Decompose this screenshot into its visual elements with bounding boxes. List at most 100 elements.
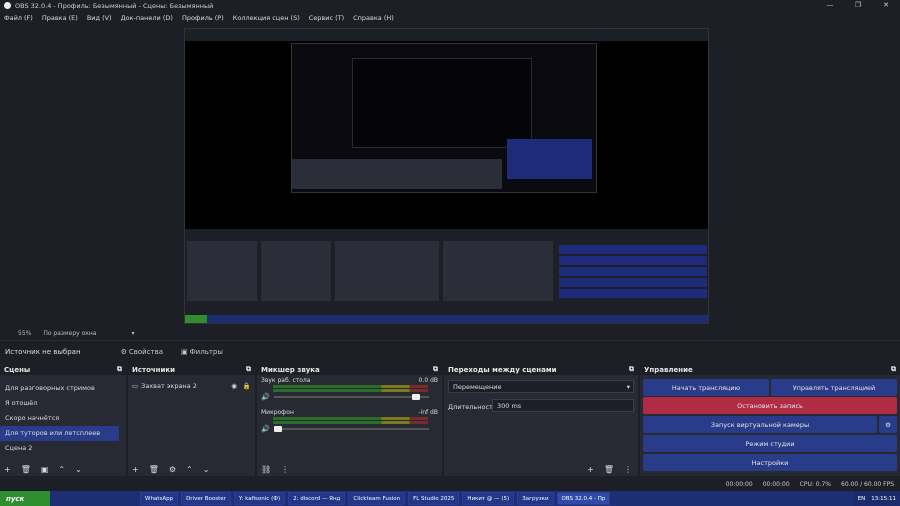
chevron-up-icon[interactable]: ⌃ (58, 465, 65, 474)
start-label: пуск (6, 494, 25, 503)
manage-stream-button[interactable]: Управлять трансляцией (771, 379, 897, 396)
zoom-value[interactable]: 55% (18, 330, 31, 337)
menubar: Файл (F) Правка (E) Вид (V) Док-панели (… (0, 11, 900, 24)
add-icon[interactable]: + (4, 465, 11, 474)
channel-db: -inf dB (418, 409, 438, 416)
more-icon[interactable]: ⋮ (281, 465, 289, 474)
source-label: Захват экрана 2 (141, 382, 197, 390)
virtual-camera-button[interactable]: Запуск виртуальной камеры (643, 416, 877, 433)
settings-button[interactable]: Настройки (643, 454, 897, 471)
studio-mode-button[interactable]: Режим студии (643, 435, 897, 452)
menu-view[interactable]: Вид (V) (87, 14, 112, 22)
zoom-mode-select[interactable]: По размеру окна (43, 330, 96, 337)
trash-icon[interactable]: 🗑 (604, 465, 614, 474)
source-toolbar: Источник не выбран ⚙ Свойства ▣ Фильтры (0, 340, 900, 362)
taskbar-item-active[interactable]: OBS 32.0.4 - Пр (556, 492, 611, 505)
scene-item[interactable]: Скоро начнётся (0, 411, 126, 426)
start-button[interactable]: пуск (0, 491, 50, 506)
nested-menubar (185, 35, 708, 41)
transition-select[interactable]: Перемещение ▾ (448, 380, 634, 393)
add-icon[interactable]: + (587, 465, 594, 474)
undock-icon[interactable]: ⧉ (246, 365, 251, 374)
nested-controls (507, 139, 592, 179)
trash-icon[interactable]: 🗑 (149, 465, 159, 474)
clock: 13:15:11 (871, 495, 896, 502)
start-stream-button[interactable]: Начать трансляцию (643, 379, 769, 396)
volume-meter (273, 389, 428, 392)
nested-preview-inner (352, 58, 532, 148)
gear-icon[interactable]: ⚙ (169, 465, 176, 474)
undock-icon[interactable]: ⧉ (629, 365, 634, 374)
cpu-usage: CPU: 0.7% (799, 480, 832, 488)
taskbar-item[interactable]: Driver Booster (181, 492, 231, 505)
taskbar: пуск WhatsApp Driver Booster Y: kafisoni… (0, 491, 900, 506)
taskbar-item[interactable]: Y: kafisonic (Ф) (233, 492, 286, 505)
language-indicator[interactable]: EN (858, 496, 866, 502)
eye-icon[interactable]: ◉ (231, 382, 237, 390)
taskbar-item[interactable]: Загрузки (517, 492, 554, 505)
nested-preview (291, 43, 597, 193)
properties-button[interactable]: ⚙ Свойства (121, 348, 163, 356)
undock-icon[interactable]: ⧉ (891, 365, 896, 374)
menu-help[interactable]: Справка (H) (353, 14, 394, 22)
nested-dock-area (185, 229, 708, 315)
monitor-icon: ▭ (132, 382, 139, 390)
filter-icon[interactable]: ▣ (41, 465, 49, 474)
sources-dock: Источники ⧉ ▭ Захват экрана 2 ◉ 🔒 + 🗑 ⚙ ⌃… (128, 364, 255, 476)
filter-icon: ▣ (181, 347, 188, 356)
volume-meter (273, 417, 428, 420)
scene-item[interactable]: Сцена 2 (0, 441, 126, 456)
source-item[interactable]: ▭ Захват экрана 2 ◉ 🔒 (128, 379, 255, 393)
scene-item[interactable]: Я отошёл (0, 396, 126, 411)
volume-slider[interactable] (273, 426, 429, 432)
undock-icon[interactable]: ⧉ (433, 365, 438, 374)
volume-slider[interactable] (273, 394, 429, 400)
add-icon[interactable]: + (132, 465, 139, 474)
taskbar-item[interactable]: Clickteam Fusion (348, 492, 406, 505)
scene-item-selected[interactable]: Для туторов или летсплеев (0, 426, 119, 441)
speaker-icon[interactable]: 🔊 (261, 393, 270, 401)
zoom-bar: 55% По размеру окна ▾ (0, 328, 900, 338)
system-tray: EN 13:15:11 (853, 491, 900, 506)
link-icon[interactable]: ⛓ (261, 465, 271, 474)
undock-icon[interactable]: ⧉ (117, 365, 122, 374)
lock-icon[interactable]: 🔒 (243, 382, 251, 390)
filters-button[interactable]: ▣ Фильтры (181, 348, 223, 356)
channel-name: Звук раб. стола (261, 377, 311, 384)
close-button[interactable]: ✕ (872, 0, 900, 11)
trash-icon[interactable]: 🗑 (21, 465, 31, 474)
channel-name: Микрофон (261, 409, 294, 416)
mixer-channel: Звук раб. стола 0.0 dB 🔊 (257, 375, 442, 403)
menu-profile[interactable]: Профиль (P) (182, 14, 224, 22)
maximize-button[interactable]: ❐ (844, 0, 872, 11)
minimize-button[interactable]: — (816, 0, 844, 11)
chevron-down-icon[interactable]: ⌄ (75, 465, 82, 474)
obs-icon (4, 2, 11, 9)
preview-canvas[interactable] (184, 28, 709, 324)
volume-meter (273, 385, 428, 388)
scene-item[interactable]: Для разговорных стримов (0, 381, 126, 396)
taskbar-item[interactable]: Никит @ — (5) (462, 492, 515, 505)
menu-file[interactable]: Файл (F) (4, 14, 33, 22)
taskbar-item[interactable]: FL Studio 2025 (408, 492, 460, 505)
chevron-down-icon[interactable]: ⌄ (203, 465, 210, 474)
speaker-icon[interactable]: 🔊 (261, 425, 270, 433)
channel-db: 0.0 dB (418, 377, 438, 384)
menu-edit[interactable]: Правка (E) (42, 14, 78, 22)
duration-input[interactable]: 300 ms (492, 399, 634, 412)
transitions-dock: Переходы между сценами ⧉ Перемещение ▾ Дл… (444, 364, 638, 476)
menu-docks[interactable]: Док-панели (D) (121, 14, 173, 22)
chevron-up-icon[interactable]: ⌃ (186, 465, 193, 474)
more-icon[interactable]: ⋮ (624, 465, 632, 474)
gear-icon: ⚙ (885, 420, 891, 429)
menu-scene-collection[interactable]: Коллекция сцен (S) (233, 14, 300, 22)
taskbar-item[interactable]: WhatsApp (140, 492, 179, 505)
stream-time: 00:00:00 (762, 480, 790, 488)
nested-taskbar (185, 315, 708, 323)
stop-record-button[interactable]: Остановить запись (643, 397, 897, 414)
virtual-camera-settings-button[interactable]: ⚙ (879, 416, 897, 433)
taskbar-item[interactable]: 2: discord — Янд (288, 492, 346, 505)
window-titlebar: OBS 32.0.4 - Профиль: Безымянный - Сцены… (0, 0, 900, 11)
menu-tools[interactable]: Сервис (T) (309, 14, 344, 22)
controls-title: Управление (644, 365, 693, 374)
